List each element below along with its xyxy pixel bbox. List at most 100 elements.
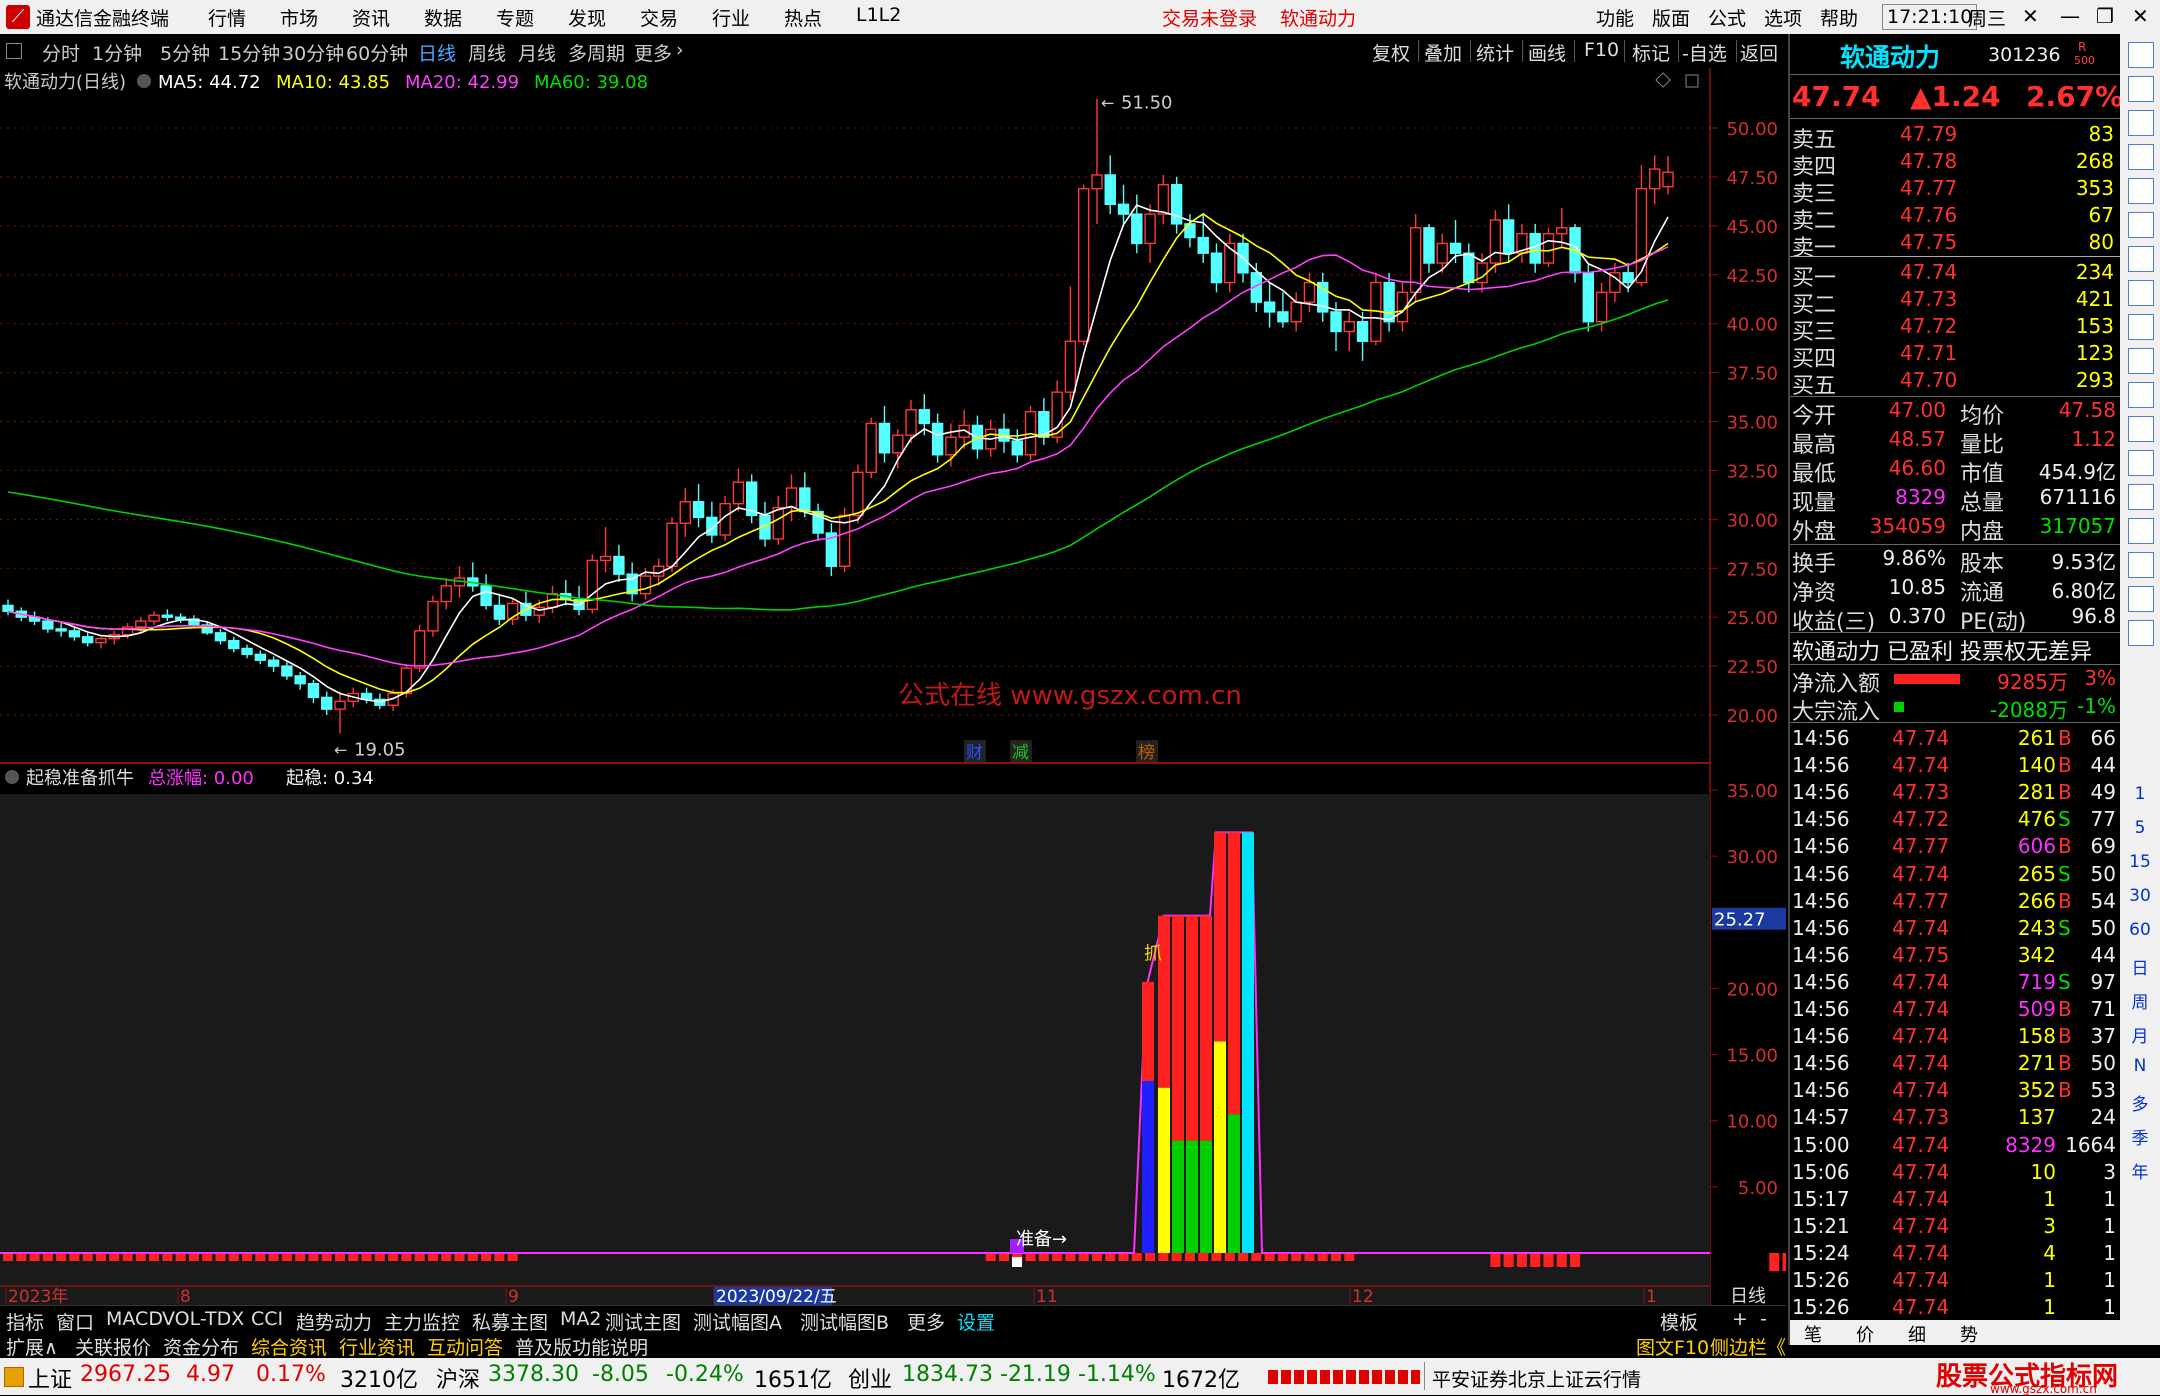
close-icon[interactable]: ✕ (2022, 4, 2039, 28)
period-shortcut[interactable]: 30 (2120, 886, 2160, 906)
period-shortcut[interactable]: 多 (2120, 1090, 2160, 1115)
menu-item[interactable]: 行业 (712, 4, 750, 31)
period-tab[interactable]: 30分钟 (282, 39, 344, 66)
tick-volume: 265 (2017, 861, 2056, 886)
tool-button[interactable]: -自选 (1682, 39, 1727, 66)
chevron-right-icon[interactable]: › (676, 39, 684, 61)
list-icon[interactable] (2128, 246, 2154, 272)
f10-button[interactable]: 图文F10 (1636, 1333, 1709, 1360)
indicator-settings-icon[interactable] (5, 770, 19, 784)
template-button[interactable]: - (1760, 1308, 1767, 1330)
down-arrow-icon[interactable] (2128, 76, 2154, 102)
period-tab[interactable]: 分时 (42, 39, 80, 66)
f10-icon[interactable] (2128, 280, 2154, 306)
tab[interactable]: VOL-TDX (162, 1308, 244, 1330)
index-name[interactable]: 沪深 (436, 1362, 480, 1394)
tab[interactable]: 关联报价 (75, 1333, 151, 1360)
tab[interactable]: MA2 (560, 1308, 601, 1330)
period-shortcut[interactable]: 15 (2120, 852, 2160, 872)
f12-icon[interactable] (2128, 348, 2154, 374)
menu-item[interactable]: L1L2 (856, 4, 901, 26)
tool-button[interactable]: 标记 (1632, 39, 1670, 66)
rsi-icon[interactable] (2128, 450, 2154, 476)
template-button[interactable]: + (1732, 1308, 1748, 1330)
tab[interactable]: 普及版功能说明 (515, 1333, 648, 1360)
menu-item[interactable]: 行情 (208, 4, 246, 31)
menu-item[interactable]: 发现 (568, 4, 606, 31)
period-tab-more[interactable]: 更多 (634, 39, 672, 66)
table-icon[interactable] (2128, 144, 2154, 170)
menu-item[interactable]: 选项 (1764, 4, 1802, 31)
tool-button[interactable]: 画线 (1528, 39, 1566, 66)
f11-icon[interactable] (2128, 314, 2154, 340)
period-tab[interactable]: 多周期 (568, 39, 625, 66)
tab[interactable]: 扩展∧ (6, 1333, 58, 1360)
menu-item[interactable]: 交易 (640, 4, 678, 31)
close-window-icon[interactable]: ✕ (2132, 4, 2149, 28)
f10-button[interactable]: 侧边栏《 (1710, 1333, 1786, 1360)
tool-button[interactable]: 叠加 (1424, 39, 1462, 66)
minimize-icon[interactable]: — (2060, 4, 2080, 28)
menu-item[interactable]: 资讯 (352, 4, 390, 31)
period-tab[interactable]: 月线 (518, 39, 556, 66)
settings-icon[interactable] (137, 74, 151, 88)
menu-item[interactable]: 功能 (1596, 4, 1634, 31)
period-tab[interactable]: 1分钟 (92, 39, 142, 66)
tab[interactable]: CCI (251, 1308, 283, 1330)
up-arrow-icon[interactable] (2128, 42, 2154, 68)
detail-tab[interactable]: 笔 (1804, 1321, 1822, 1347)
tab[interactable]: MACD (106, 1308, 163, 1330)
tab[interactable]: 行业资讯 (339, 1333, 415, 1360)
menu-item[interactable]: 公式 (1708, 4, 1746, 31)
period-tab-active[interactable]: 日线 (418, 39, 456, 66)
period-shortcut[interactable]: 5 (2120, 818, 2160, 838)
period-shortcut[interactable]: 60 (2120, 920, 2160, 940)
period-shortcut[interactable]: 1 (2120, 784, 2160, 804)
status-icon[interactable] (4, 1367, 24, 1387)
chart-icon[interactable] (2128, 110, 2154, 136)
kline-chart[interactable]: 50.00 47.50 45.00 42.50 40.00 37.50 35.00 32.50… (0, 68, 1786, 1323)
restore-icon[interactable]: ❐ (2096, 4, 2114, 28)
tab[interactable]: 资金分布 (163, 1333, 239, 1360)
period-tab[interactable]: 60分钟 (346, 39, 408, 66)
index-name[interactable]: 创业 (848, 1362, 892, 1394)
period-shortcut[interactable]: 年 (2120, 1158, 2160, 1183)
menu-item[interactable]: 市场 (280, 4, 318, 31)
trade-status[interactable]: 交易未登录 (1162, 4, 1257, 31)
period-shortcut[interactable]: 季 (2120, 1124, 2160, 1149)
f13-icon[interactable] (2128, 382, 2154, 408)
period-shortcut[interactable]: 周 (2120, 988, 2160, 1013)
pen-icon[interactable] (2128, 552, 2154, 578)
index-name[interactable]: 上证 (28, 1362, 72, 1394)
fs-icon[interactable] (2128, 620, 2154, 646)
move-icon[interactable] (2128, 518, 2154, 544)
candle-icon[interactable] (2128, 212, 2154, 238)
period-tab[interactable]: 15分钟 (218, 39, 280, 66)
menu-item[interactable]: 版面 (1652, 4, 1690, 31)
f5-icon[interactable] (2128, 586, 2154, 612)
tool-button[interactable]: 复权 (1372, 39, 1410, 66)
detail-tab[interactable]: 势 (1960, 1321, 1978, 1347)
detail-tab[interactable]: 细 (1908, 1321, 1926, 1347)
menu-item[interactable]: 热点 (784, 4, 822, 31)
tool-button[interactable]: 统计 (1476, 39, 1514, 66)
period-shortcut[interactable]: 月 (2120, 1022, 2160, 1047)
rsi-label[interactable] (2128, 484, 2154, 510)
menu-item[interactable]: 专题 (496, 4, 534, 31)
line-chart-icon[interactable] (2128, 178, 2154, 204)
period-tab[interactable]: 5分钟 (160, 39, 210, 66)
toolbar-toggle-icon[interactable] (6, 43, 22, 59)
stat-label: 股本 (1960, 552, 2005, 577)
circle-icon[interactable] (2128, 416, 2154, 442)
tab[interactable]: 综合资讯 (251, 1333, 327, 1360)
period-shortcut[interactable]: 日 (2120, 954, 2160, 979)
detail-tab[interactable]: 价 (1856, 1321, 1874, 1347)
menu-item[interactable]: 数据 (424, 4, 462, 31)
period-shortcut[interactable]: N (2120, 1056, 2160, 1076)
tool-button[interactable]: F10 (1584, 39, 1619, 61)
period-tab[interactable]: 周线 (468, 39, 506, 66)
tab[interactable]: 互动问答 (427, 1333, 503, 1360)
tick-count: 1 (2103, 1240, 2116, 1265)
back-button[interactable]: 返回 (1740, 39, 1778, 66)
menu-item[interactable]: 帮助 (1820, 4, 1858, 31)
